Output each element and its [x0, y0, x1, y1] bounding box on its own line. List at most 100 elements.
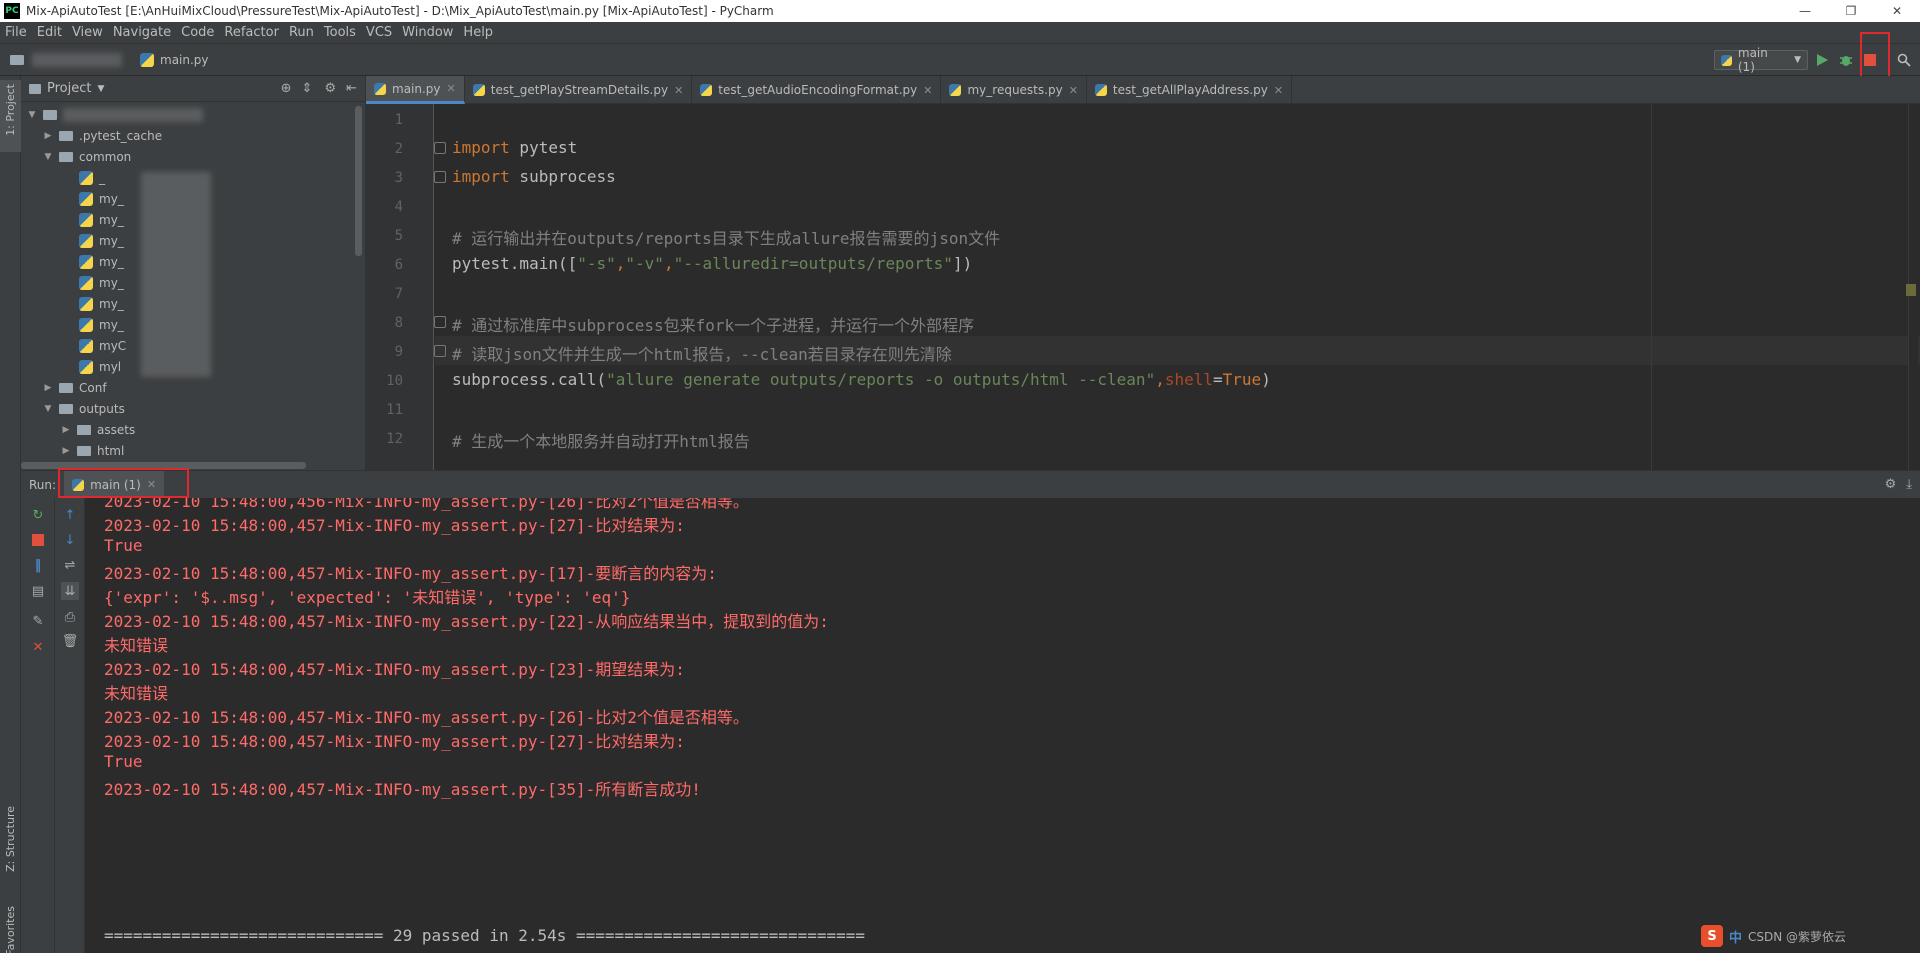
- tree-item[interactable]: my_: [79, 188, 124, 209]
- close-tab-icon[interactable]: ✕: [1069, 84, 1078, 97]
- pause-icon[interactable]: ‖: [29, 556, 47, 574]
- fold-marker-icon[interactable]: [434, 142, 446, 154]
- rerun-icon[interactable]: ↻: [29, 506, 47, 524]
- tab-test-getplaystreamdetails[interactable]: test_getPlayStreamDetails.py ✕: [465, 76, 693, 104]
- tree-item[interactable]: my_: [79, 209, 124, 230]
- menu-tools[interactable]: Tools: [319, 25, 361, 40]
- menu-help[interactable]: Help: [458, 25, 498, 40]
- fold-marker-icon[interactable]: [434, 316, 446, 328]
- python-file-icon: [79, 254, 93, 269]
- chevron-down-icon[interactable]: ▼: [97, 84, 104, 94]
- locate-icon[interactable]: ⊕: [281, 81, 292, 96]
- python-file-icon: [374, 82, 386, 95]
- menu-refactor[interactable]: Refactor: [219, 25, 284, 40]
- close-window-button[interactable]: ✕: [1874, 0, 1920, 22]
- clear-trash-icon[interactable]: 🗑: [61, 632, 79, 650]
- python-file-icon: [79, 212, 93, 227]
- close-tab-icon[interactable]: ✕: [447, 82, 456, 95]
- tree-item[interactable]: ▶ Conf: [43, 377, 107, 398]
- soft-wrap-icon[interactable]: ⇌: [61, 556, 79, 574]
- run-config-label: main (1): [1737, 46, 1768, 74]
- gear-icon[interactable]: ⚙: [324, 81, 336, 96]
- tree-item-label: my_: [99, 191, 124, 206]
- scroll-to-end-icon[interactable]: ⇊: [61, 582, 79, 600]
- fold-marker-icon[interactable]: [434, 171, 446, 183]
- project-panel-title[interactable]: Project: [47, 81, 91, 96]
- hide-panel-icon[interactable]: ⤓: [1906, 477, 1912, 492]
- print-icon[interactable]: ⎙: [61, 608, 79, 626]
- blurred-breadcrumb: [32, 52, 122, 67]
- tree-item[interactable]: ▶ .pytest_cache: [43, 125, 163, 146]
- menu-bar: File Edit View Navigate Code Refactor Ru…: [0, 22, 1920, 44]
- tree-item[interactable]: ▶ assets: [61, 419, 136, 440]
- menu-run[interactable]: Run: [284, 25, 319, 40]
- tree-item[interactable]: my_: [79, 230, 124, 251]
- scroll-down-icon[interactable]: ↓: [61, 531, 79, 549]
- scroll-up-icon[interactable]: ↑: [61, 506, 79, 524]
- python-file-icon: [472, 84, 485, 96]
- menu-navigate[interactable]: Navigate: [108, 25, 176, 40]
- console-line: True: [104, 536, 143, 555]
- tab-test-getallplayaddress[interactable]: test_getAllPlayAddress.py ✕: [1087, 76, 1293, 104]
- pin-icon[interactable]: ✎: [29, 612, 47, 630]
- menu-file[interactable]: File: [0, 25, 32, 40]
- python-file-icon: [79, 296, 93, 311]
- run-console-output[interactable]: 2023-02-10 15:48:00,456-Mix-INFO-my_asse…: [85, 498, 1920, 953]
- layout-icon[interactable]: ▤: [29, 582, 47, 600]
- tree-item-label: Conf: [79, 380, 107, 395]
- menu-vcs[interactable]: VCS: [361, 25, 397, 40]
- breadcrumb-file[interactable]: main.py: [160, 53, 209, 67]
- tab-test-getaudioencodingformat[interactable]: test_getAudioEncodingFormat.py ✕: [692, 76, 942, 104]
- structure-tool-button[interactable]: Z: Structure: [4, 806, 17, 872]
- code-line-5: # 运行输出并在outputs/reports目录下生成allure报告需要的j…: [452, 229, 1001, 248]
- close-run-icon[interactable]: ✕: [29, 638, 47, 656]
- code-editor[interactable]: 1 2 3 4 5 6 7 8 9 10 11 12 import pytest…: [366, 104, 1920, 470]
- fold-marker-icon[interactable]: [434, 345, 446, 357]
- menu-edit[interactable]: Edit: [32, 25, 67, 40]
- tree-item[interactable]: ▼ outputs: [43, 398, 125, 419]
- tree-item[interactable]: _: [79, 167, 105, 188]
- collapse-icon[interactable]: ⇕: [302, 81, 313, 96]
- project-tool-button[interactable]: 1: Project: [4, 84, 17, 136]
- close-tab-icon[interactable]: ✕: [674, 84, 683, 97]
- tree-item[interactable]: myC: [79, 335, 126, 356]
- ime-mode-label[interactable]: 中: [1729, 927, 1742, 946]
- restore-button[interactable]: ❐: [1828, 0, 1874, 22]
- vertical-scrollbar[interactable]: [355, 106, 362, 256]
- menu-code[interactable]: Code: [176, 25, 219, 40]
- search-everywhere-button[interactable]: [1894, 50, 1914, 70]
- stop-run-button[interactable]: [29, 531, 47, 549]
- gear-icon[interactable]: ⚙: [1885, 477, 1897, 492]
- tree-item[interactable]: myl: [79, 356, 121, 377]
- run-button[interactable]: [1812, 50, 1832, 70]
- code-comma: ,: [1155, 370, 1165, 389]
- tree-root[interactable]: ▼: [27, 104, 203, 125]
- tree-item[interactable]: ▶ html: [61, 440, 125, 461]
- run-configuration-select[interactable]: main (1) ▼: [1714, 46, 1808, 74]
- favorites-tool-button[interactable]: Favorites: [4, 906, 17, 953]
- line-number: 12: [386, 431, 403, 447]
- error-stripe-marker[interactable]: [1906, 284, 1916, 296]
- tree-item[interactable]: ▼ common: [43, 146, 132, 167]
- sogou-ime-icon[interactable]: S: [1701, 925, 1723, 947]
- tree-item[interactable]: my_: [79, 272, 124, 293]
- close-tab-icon[interactable]: ✕: [923, 84, 932, 97]
- minimize-button[interactable]: —: [1782, 0, 1828, 22]
- python-file-icon: [79, 170, 93, 185]
- tree-item[interactable]: my_: [79, 251, 124, 272]
- tree-item[interactable]: my_: [79, 293, 124, 314]
- debug-button[interactable]: [1836, 50, 1856, 70]
- menu-view[interactable]: View: [67, 25, 108, 40]
- collapse-arrow-icon: ▶: [44, 130, 52, 141]
- line-number: 2: [394, 141, 403, 157]
- hide-panel-icon[interactable]: ⇤: [346, 81, 357, 96]
- blurred-filenames: [141, 172, 211, 377]
- code-text: subprocess: [509, 167, 616, 186]
- tree-item[interactable]: my_: [79, 314, 124, 335]
- line-number: 7: [394, 286, 403, 302]
- close-tab-icon[interactable]: ✕: [1274, 84, 1283, 97]
- tab-main-py[interactable]: main.py ✕: [366, 76, 465, 104]
- tab-my-requests[interactable]: my_requests.py ✕: [941, 76, 1087, 104]
- console-summary-line: ============================= 29 passed …: [104, 926, 865, 945]
- menu-window[interactable]: Window: [397, 25, 458, 40]
